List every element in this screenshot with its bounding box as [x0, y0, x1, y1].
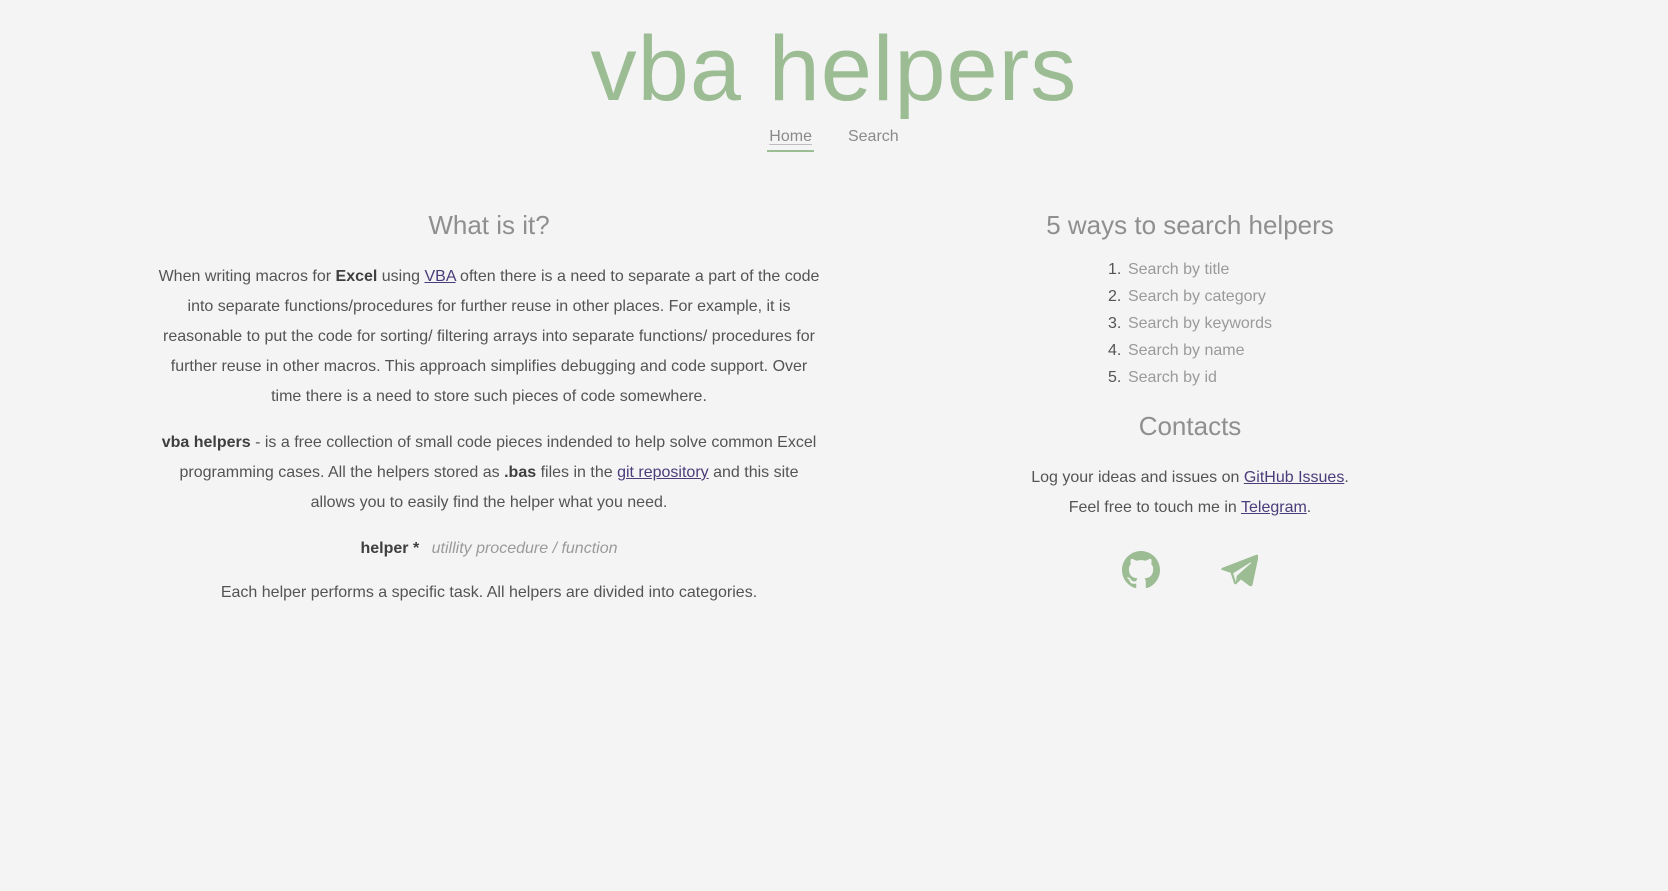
social-links: [960, 551, 1420, 594]
nav-home-link[interactable]: Home: [767, 126, 814, 152]
helper-definition: helper * utillity procedure / function: [157, 534, 821, 564]
telegram-icon[interactable]: [1220, 551, 1259, 594]
about-p1-text-b: using: [377, 268, 425, 285]
brand-bold: vba helpers: [161, 434, 251, 451]
way-item-title[interactable]: 1. Search by title: [1108, 256, 1272, 283]
about-paragraph-1: When writing macros for Excel using VBA …: [157, 262, 821, 412]
way-number: 3.: [1107, 315, 1122, 332]
way-label: Search by id: [1127, 369, 1217, 386]
site-title: vba helpers: [590, 18, 1078, 120]
way-item-id[interactable]: 5. Search by id: [1108, 364, 1272, 391]
about-p1-text-a: When writing macros for: [158, 268, 336, 285]
main-nav: Home Search: [0, 126, 1668, 152]
excel-bold: Excel: [335, 268, 378, 285]
about-paragraph-2: vba helpers - is a free collection of sm…: [157, 428, 821, 518]
contacts-section: Contacts Log your ideas and issues on Gi…: [960, 409, 1420, 523]
way-number: 2.: [1107, 288, 1122, 305]
contacts-line-1-text: Log your ideas and issues on: [1031, 469, 1244, 486]
way-item-name[interactable]: 4. Search by name: [1108, 337, 1272, 364]
way-number: 4.: [1107, 342, 1122, 359]
way-label: Search by keywords: [1127, 315, 1273, 332]
way-number: 5.: [1107, 369, 1122, 386]
contacts-line-1: Log your ideas and issues on GitHub Issu…: [960, 463, 1420, 493]
ways-section: 5 ways to search helpers 1. Search by tit…: [960, 208, 1420, 594]
ways-list: 1. Search by title 2. Search by category 3…: [1108, 256, 1272, 391]
way-item-keywords[interactable]: 3. Search by keywords: [1108, 310, 1272, 337]
helper-term: helper *: [360, 540, 420, 557]
telegram-link[interactable]: Telegram: [1241, 499, 1307, 516]
way-label: Search by name: [1127, 342, 1245, 359]
way-label: Search by title: [1127, 261, 1230, 278]
contacts-line-2: Feel free to touch me in Telegram.: [960, 493, 1420, 523]
about-paragraph-3: Each helper performs a specific task. Al…: [220, 584, 758, 601]
bas-bold: .bas: [504, 464, 537, 481]
way-number: 1.: [1107, 261, 1122, 278]
about-heading: What is it?: [428, 210, 550, 240]
helper-description: utillity procedure / function: [431, 540, 618, 557]
contacts-line-2-end: .: [1306, 499, 1312, 516]
contacts-line-2-text: Feel free to touch me in: [1068, 499, 1241, 516]
vba-link[interactable]: VBA: [424, 268, 455, 285]
way-label: Search by category: [1127, 288, 1266, 305]
way-item-category[interactable]: 2. Search by category: [1108, 283, 1272, 310]
about-section: What is it? When writing macros for Exce…: [157, 208, 821, 624]
contacts-line-1-end: .: [1344, 469, 1349, 486]
about-p2-text-b: files in the: [536, 464, 618, 481]
about-p1-text-c: often there is a need to separate a part…: [163, 268, 820, 405]
github-issues-link[interactable]: GitHub Issues: [1244, 469, 1344, 486]
ways-heading: 5 ways to search helpers: [1046, 210, 1334, 240]
contacts-heading: Contacts: [1138, 411, 1242, 441]
github-icon[interactable]: [1122, 551, 1160, 594]
nav-search-link[interactable]: Search: [846, 126, 901, 152]
git-repository-link[interactable]: git repository: [617, 464, 709, 481]
